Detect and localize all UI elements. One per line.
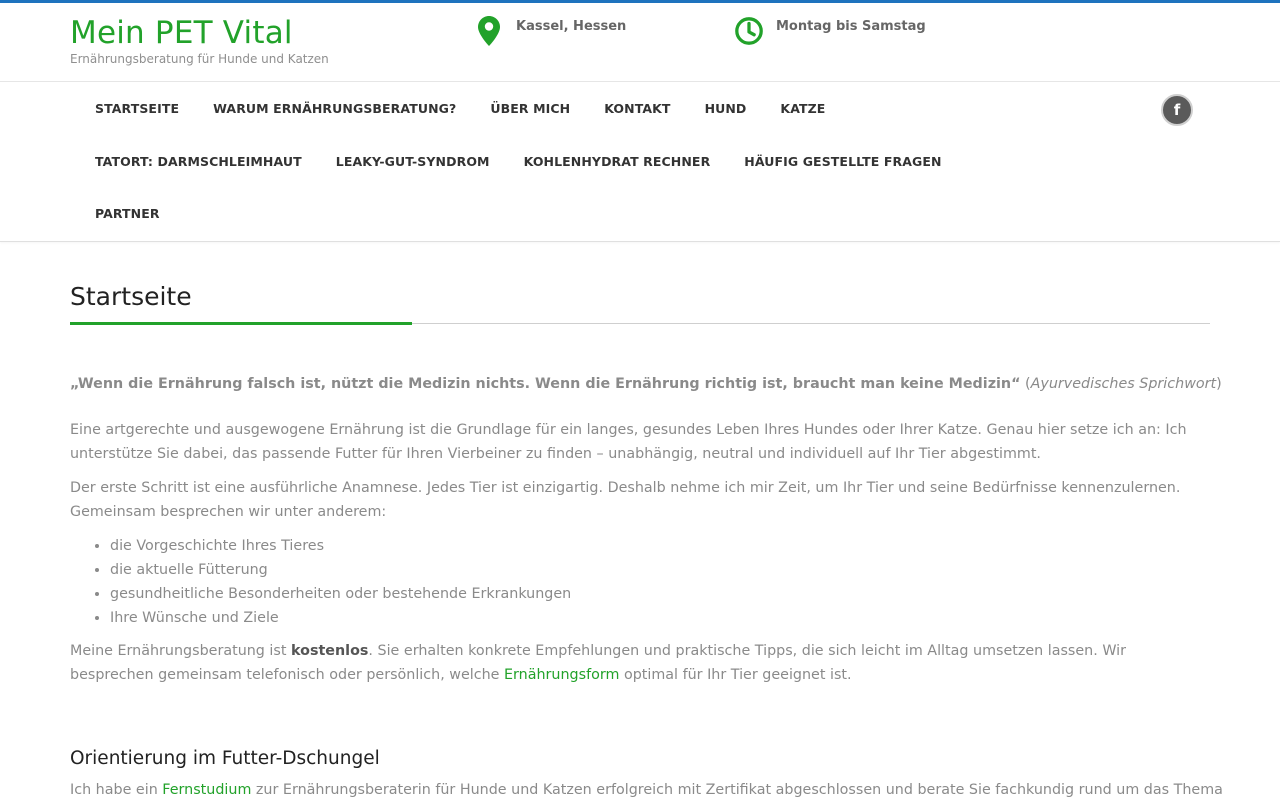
list-item: Ihre Wünsche und Ziele	[110, 606, 1210, 630]
main-navigation: STARTSEITE WARUM ERNÄHRUNGSBERATUNG? ÜBE…	[0, 82, 1280, 242]
page-title: Startseite	[70, 282, 192, 311]
clock-icon	[735, 17, 763, 45]
nav-item-kohlenhydrat-rechner[interactable]: KOHLENHYDRAT RECHNER	[524, 154, 711, 169]
nav-item-startseite[interactable]: STARTSEITE	[95, 101, 179, 116]
nav-item-hund[interactable]: HUND	[705, 101, 747, 116]
nav-item-katze[interactable]: KATZE	[780, 101, 825, 116]
consultation-text-after: optimal für Ihr Tier geeignet ist.	[619, 667, 852, 683]
fernstudium-link[interactable]: Fernstudium	[162, 782, 251, 798]
facebook-icon[interactable]: f	[1161, 94, 1193, 126]
consultation-free-label: kostenlos	[291, 643, 369, 659]
site-header: Mein PET Vital Ernährungsberatung für Hu…	[0, 3, 1280, 82]
list-item: die Vorgeschichte Ihres Tieres	[110, 534, 1210, 558]
ernaehrungsform-link[interactable]: Ernährungsform	[504, 667, 619, 683]
facebook-glyph: f	[1173, 101, 1181, 119]
nav-row-1: STARTSEITE WARUM ERNÄHRUNGSBERATUNG? ÜBE…	[95, 101, 859, 116]
main-content: Startseite „Wenn die Ernährung falsch is…	[70, 282, 1223, 800]
anamnese-paragraph: Der erste Schritt ist eine ausführliche …	[70, 480, 1181, 520]
consultation-text-before: Meine Ernährungsberatung ist	[70, 643, 292, 659]
location-text: Kassel, Hessen	[516, 19, 627, 34]
site-title[interactable]: Mein PET Vital	[70, 15, 293, 51]
nav-item-partner[interactable]: PARTNER	[95, 206, 160, 221]
site-description: Ernährungsberatung für Hunde und Katzen	[70, 52, 329, 66]
study-text-after: zur Ernährungsberaterin für Hunde und Ka…	[251, 782, 1223, 798]
title-divider	[70, 322, 1210, 325]
intro-paragraph: Eine artgerechte und ausgewogene Ernähru…	[70, 422, 1187, 462]
nav-item-kontakt[interactable]: KONTAKT	[604, 101, 670, 116]
hours-info: Montag bis Samstag	[734, 15, 926, 47]
list-item: die aktuelle Fütterung	[110, 558, 1210, 582]
map-marker-icon	[478, 16, 500, 46]
list-item: gesundheitliche Besonderheiten oder best…	[110, 582, 1210, 606]
study-text-before: Ich habe ein	[70, 782, 163, 798]
quote-open-paren: (	[1020, 376, 1031, 392]
title-divider-accent	[70, 322, 412, 325]
anamnese-list: die Vorgeschichte Ihres Tieres die aktue…	[70, 534, 1210, 630]
nav-row-2: TATORT: DARMSCHLEIMHAUT LEAKY-GUT-SYNDRO…	[95, 154, 976, 169]
quote-source: Ayurvedisches Sprichwort	[1030, 376, 1217, 392]
nav-item-tatort-darmschleimhaut[interactable]: TATORT: DARMSCHLEIMHAUT	[95, 154, 302, 169]
nav-item-ueber-mich[interactable]: ÜBER MICH	[490, 101, 570, 116]
nav-row-3: PARTNER	[95, 206, 194, 221]
quote-text: „Wenn die Ernährung falsch ist, nützt di…	[70, 376, 1021, 392]
nav-item-leaky-gut-syndrom[interactable]: LEAKY-GUT-SYNDROM	[336, 154, 490, 169]
hours-text: Montag bis Samstag	[776, 19, 926, 34]
section-heading: Orientierung im Futter-Dschungel	[70, 748, 380, 769]
quote-close-paren: )	[1216, 376, 1222, 392]
title-divider-line	[412, 323, 1210, 324]
quote: „Wenn die Ernährung falsch ist, nützt di…	[70, 376, 1222, 392]
consultation-paragraph: Meine Ernährungsberatung ist kostenlos. …	[70, 639, 1210, 687]
nav-item-warum-ernaehrungsberatung[interactable]: WARUM ERNÄHRUNGSBERATUNG?	[213, 101, 456, 116]
location-info: Kassel, Hessen	[474, 15, 626, 47]
nav-item-faq[interactable]: HÄUFIG GESTELLTE FRAGEN	[744, 154, 941, 169]
study-paragraph: Ich habe ein Fernstudium zur Ernährungsb…	[70, 778, 1223, 800]
